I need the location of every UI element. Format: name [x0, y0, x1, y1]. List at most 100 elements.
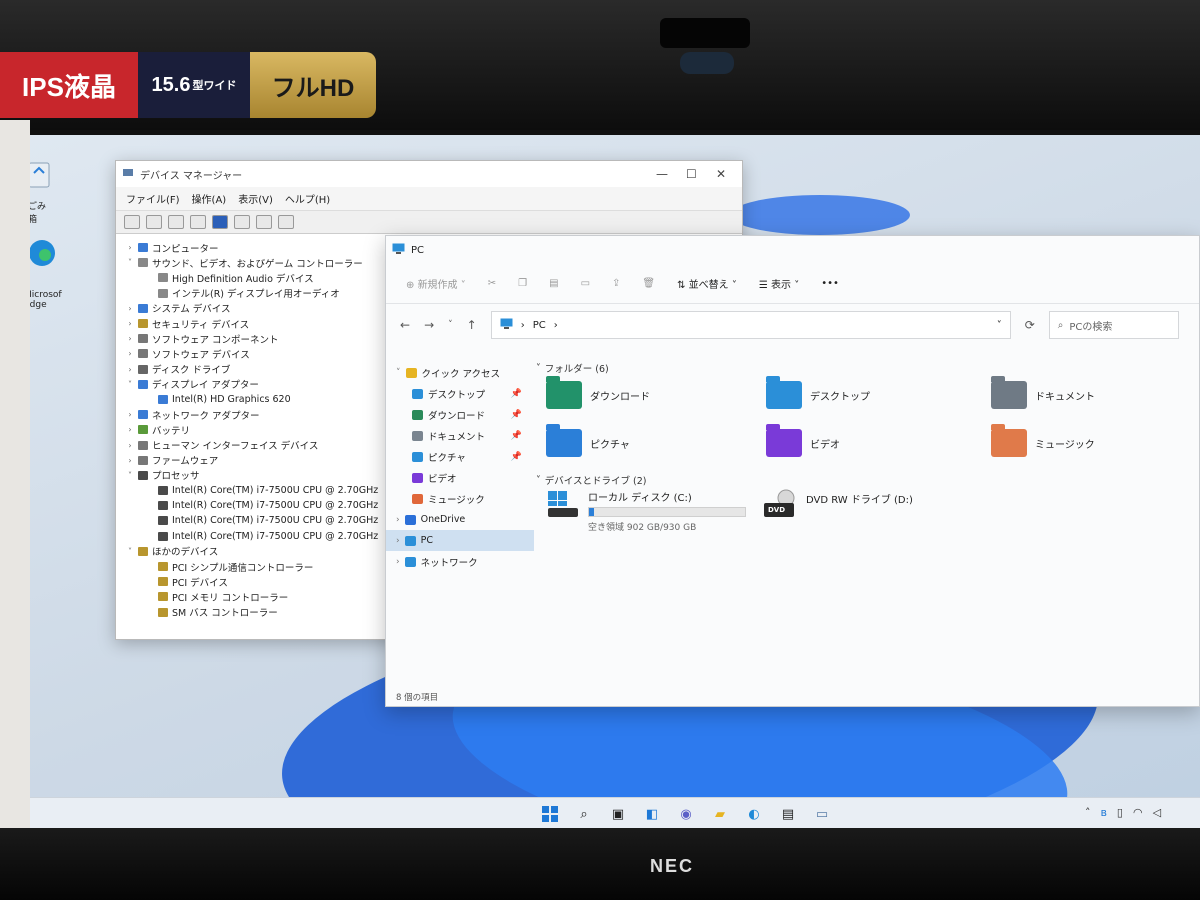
- search-icon[interactable]: ⌕: [574, 804, 594, 824]
- sidebar-item[interactable]: › PC: [386, 530, 534, 551]
- recycle-bin-label: ごみ箱: [30, 202, 47, 225]
- folder-item[interactable]: ビデオ: [766, 424, 840, 457]
- drive-c[interactable]: ローカル ディスク (C:) 空き領域 902 GB/930 GB: [546, 489, 746, 533]
- window-title: デバイス マネージャー: [140, 170, 243, 182]
- menu-file[interactable]: ファイル(F): [126, 191, 180, 206]
- sidebar-item[interactable]: ミュージック: [386, 488, 534, 509]
- share-icon[interactable]: ⇪: [612, 278, 620, 289]
- up-arrow-icon[interactable]: ↑: [467, 318, 477, 332]
- start-icon[interactable]: [540, 804, 560, 824]
- chevron-right-icon[interactable]: ›: [126, 365, 134, 374]
- more-options-button[interactable]: •••: [821, 278, 839, 289]
- drives-group-header[interactable]: ˅ デバイスとドライブ (2): [536, 473, 646, 488]
- copy-icon[interactable]: ❐: [518, 278, 527, 289]
- download-folder-icon: [546, 376, 582, 409]
- menu-view[interactable]: 表示(V): [238, 191, 273, 206]
- chevron-right-icon[interactable]: ›: [126, 456, 134, 465]
- sort-button[interactable]: ⇅ 並べ替え ˅: [677, 276, 737, 291]
- chevron-right-icon[interactable]: ›: [126, 304, 134, 313]
- help-icon[interactable]: [212, 215, 228, 229]
- sidebar-item-label: ネットワーク: [420, 557, 478, 569]
- chevron-right-icon[interactable]: ›: [396, 536, 400, 546]
- folder-item[interactable]: デスクトップ: [766, 376, 870, 409]
- chevron-right-icon[interactable]: ›: [126, 319, 134, 328]
- chevron-right-icon[interactable]: ›: [396, 557, 400, 567]
- folder-item[interactable]: ミュージック: [991, 424, 1095, 457]
- chat-icon[interactable]: ◉: [676, 804, 696, 824]
- chevron-right-icon[interactable]: ›: [126, 441, 134, 450]
- chevron-down-icon[interactable]: ˅: [126, 258, 134, 267]
- chevron-right-icon[interactable]: ›: [126, 425, 134, 434]
- breadcrumb-pc[interactable]: PC: [533, 320, 546, 331]
- paste-icon[interactable]: ▤: [549, 278, 558, 289]
- store-icon[interactable]: ▤: [778, 804, 798, 824]
- volume-icon[interactable]: ◁: [1153, 806, 1161, 819]
- sidebar-item[interactable]: ˅ クイック アクセス: [386, 362, 534, 383]
- new-button[interactable]: ⊕ 新規作成 ˅: [406, 276, 466, 291]
- task-view-icon[interactable]: ▣: [608, 804, 628, 824]
- monitor-icon[interactable]: [278, 215, 294, 229]
- forward-arrow-icon[interactable]: →: [424, 318, 434, 332]
- device-manager-icon[interactable]: ▭: [812, 804, 832, 824]
- pictures-icon: [412, 451, 423, 462]
- address-dropdown-icon[interactable]: ˅: [997, 320, 1002, 331]
- sidebar-item[interactable]: ダウンロード 📌: [386, 404, 534, 425]
- sidebar-item[interactable]: ピクチャ 📌: [386, 446, 534, 467]
- menu-help[interactable]: ヘルプ(H): [285, 191, 330, 206]
- back-arrow-icon[interactable]: ←: [400, 318, 410, 332]
- chevron-right-icon[interactable]: ›: [126, 243, 134, 252]
- file-explorer-window[interactable]: PC ⊕ 新規作成 ˅ ✂ ❐ ▤ ▭ ⇪ 🗑 ⇅ 並べ替え ˅ ☰ 表示 ˅ …: [385, 235, 1200, 707]
- chevron-right-icon[interactable]: ›: [396, 515, 400, 525]
- delete-icon[interactable]: 🗑: [642, 278, 655, 289]
- widgets-icon[interactable]: ◧: [642, 804, 662, 824]
- scan-hardware-icon[interactable]: [256, 215, 272, 229]
- notification-icon[interactable]: ▯: [1117, 806, 1123, 819]
- show-hide-icon[interactable]: [190, 215, 206, 229]
- breadcrumb-separator: ›: [520, 319, 525, 331]
- recent-locations-icon[interactable]: ˅: [448, 320, 453, 330]
- file-explorer-icon[interactable]: ▰: [710, 804, 730, 824]
- chevron-right-icon[interactable]: ›: [126, 334, 134, 343]
- chevron-up-icon[interactable]: ˄: [1085, 806, 1091, 819]
- chevron-down-icon[interactable]: ˅: [396, 368, 401, 378]
- wallpaper-bloom: [730, 195, 910, 235]
- menu-action[interactable]: 操作(A): [192, 191, 227, 206]
- sidebar-item[interactable]: ビデオ: [386, 467, 534, 488]
- minimize-icon[interactable]: —: [656, 167, 668, 181]
- properties-icon[interactable]: [168, 215, 184, 229]
- folder-item[interactable]: ピクチャ: [546, 424, 630, 457]
- edge-icon[interactable]: [30, 237, 66, 277]
- address-bar[interactable]: › PC › ˅: [490, 311, 1011, 339]
- chevron-down-icon[interactable]: ˅: [126, 380, 134, 389]
- cut-icon[interactable]: ✂: [488, 278, 496, 289]
- brand-logo: NEC: [650, 856, 695, 876]
- chevron-down-icon[interactable]: ˅: [126, 547, 134, 556]
- sidebar-item[interactable]: › OneDrive: [386, 509, 534, 530]
- folder-item[interactable]: ダウンロード: [546, 376, 650, 409]
- chevron-right-icon[interactable]: ›: [126, 410, 134, 419]
- wifi-icon[interactable]: ◠: [1133, 806, 1143, 819]
- refresh-icon[interactable]: ⟳: [1025, 318, 1035, 332]
- search-box[interactable]: ⌕ PCの検索: [1048, 311, 1179, 339]
- close-icon[interactable]: ✕: [716, 167, 726, 181]
- sidebar-item[interactable]: › ネットワーク: [386, 551, 534, 572]
- sidebar-item[interactable]: ドキュメント 📌: [386, 425, 534, 446]
- chevron-down-icon[interactable]: ˅: [126, 471, 134, 480]
- bluetooth-icon[interactable]: ʙ: [1101, 806, 1107, 819]
- folders-group-header[interactable]: ˅ フォルダー (6): [536, 361, 609, 376]
- rename-icon[interactable]: ▭: [581, 278, 590, 289]
- title-bar[interactable]: PC: [386, 236, 1199, 264]
- recycle-bin-icon[interactable]: [30, 157, 64, 197]
- sidebar-item[interactable]: デスクトップ 📌: [386, 383, 534, 404]
- chevron-right-icon[interactable]: ›: [126, 349, 134, 358]
- title-bar[interactable]: デバイス マネージャー: [116, 161, 742, 187]
- edge-icon[interactable]: ◐: [744, 804, 764, 824]
- folder-item[interactable]: ドキュメント: [991, 376, 1095, 409]
- drive-d[interactable]: DVD DVD RW ドライブ (D:): [762, 489, 913, 524]
- back-icon[interactable]: [124, 215, 140, 229]
- fullhd-sticker: フルHD: [250, 52, 376, 118]
- details-icon[interactable]: [234, 215, 250, 229]
- maximize-icon[interactable]: ☐: [686, 167, 697, 181]
- view-button[interactable]: ☰ 表示 ˅: [759, 276, 799, 291]
- forward-icon[interactable]: [146, 215, 162, 229]
